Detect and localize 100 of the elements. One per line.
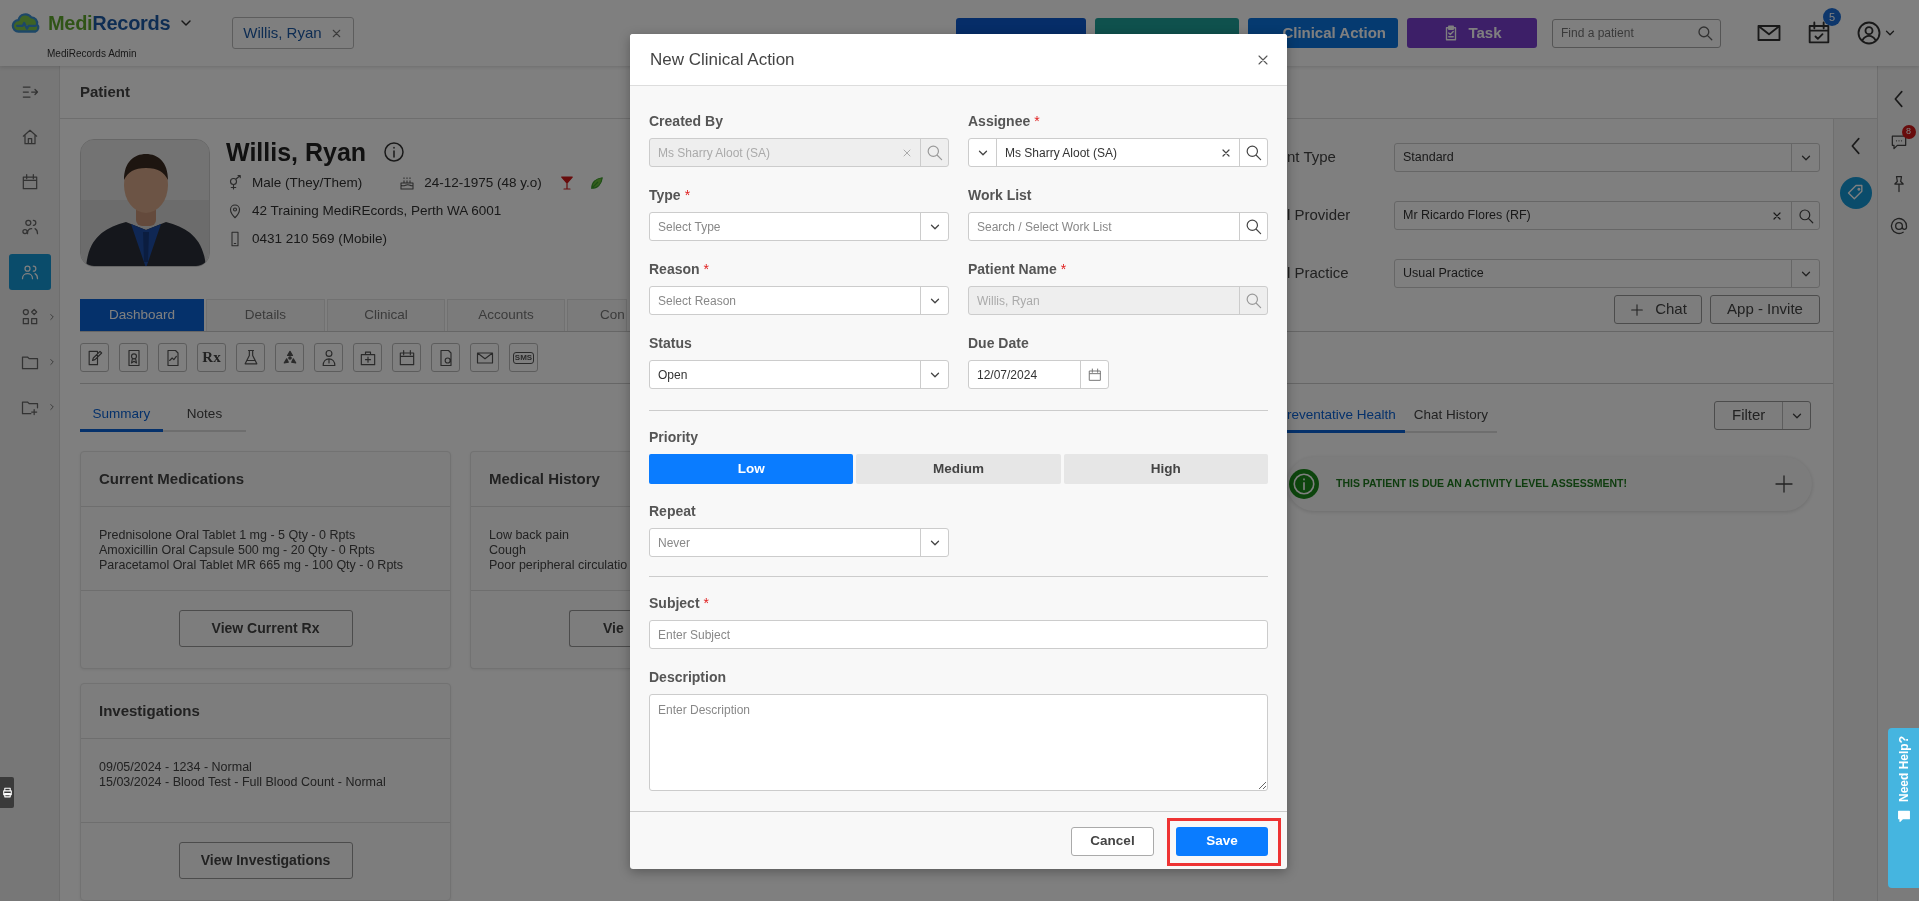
filter-button[interactable]: Filter bbox=[1714, 401, 1811, 430]
chevron-right-icon bbox=[47, 312, 57, 322]
save-button[interactable]: Save bbox=[1176, 827, 1268, 856]
card-title: Investigations bbox=[81, 684, 450, 739]
field-label: Work List bbox=[968, 186, 1032, 204]
chat-button[interactable]: Chat bbox=[1614, 295, 1702, 324]
info-button[interactable] bbox=[382, 140, 407, 164]
tag-button[interactable] bbox=[1839, 177, 1872, 209]
field-input[interactable]: Select Type bbox=[650, 213, 920, 240]
chevron-right-icon bbox=[47, 357, 57, 367]
input-field[interactable]: Enter Subject bbox=[650, 621, 1267, 648]
required-marker: * bbox=[703, 260, 710, 278]
list-item: Poor peripheral circulatio bbox=[489, 558, 628, 573]
cancel-button[interactable]: Cancel bbox=[1071, 827, 1154, 856]
printer-icon bbox=[1, 786, 14, 799]
patient-phone: 0431 210 569 (Mobile) bbox=[252, 229, 388, 248]
home-icon bbox=[20, 127, 40, 147]
view-button[interactable]: View Current Rx bbox=[178, 610, 353, 647]
dropdown-field[interactable]: Select Type bbox=[649, 212, 949, 241]
calendar-button[interactable] bbox=[392, 343, 421, 372]
tab[interactable]: Accounts bbox=[447, 299, 565, 331]
search-icon bbox=[1244, 143, 1263, 162]
certificate-button[interactable] bbox=[119, 343, 148, 372]
apps-icon bbox=[20, 307, 40, 327]
mention-button[interactable] bbox=[1888, 216, 1909, 236]
required-marker: * bbox=[684, 186, 691, 204]
search-field[interactable]: Search / Select Work List bbox=[968, 212, 1268, 241]
view-button[interactable]: Vie bbox=[569, 610, 630, 647]
chart-document-button[interactable] bbox=[158, 343, 187, 372]
sms-button[interactable]: SMS bbox=[509, 343, 538, 372]
search-field[interactable]: Find a patient bbox=[1552, 18, 1721, 48]
view-button[interactable]: View Investigations bbox=[178, 842, 353, 879]
tab[interactable]: Con bbox=[567, 299, 627, 331]
field-input[interactable]: Select Reason bbox=[650, 287, 920, 314]
tab[interactable]: Summary bbox=[80, 400, 163, 432]
info-icon bbox=[382, 140, 407, 164]
task-button[interactable]: Task bbox=[1407, 18, 1537, 48]
dropdown-field[interactable]: Never bbox=[649, 528, 949, 557]
required-marker: * bbox=[1060, 260, 1067, 278]
alert-message: THIS PATIENT IS DUE AN ACTIVITY LEVEL ASSESSMENT! bbox=[1336, 476, 1628, 492]
user-menu-button[interactable] bbox=[1855, 19, 1897, 47]
chat-icon bbox=[1895, 808, 1912, 824]
flask-button[interactable] bbox=[236, 343, 265, 372]
sidebar-item[interactable] bbox=[9, 254, 51, 290]
list-item: Paracetamol Oral Tablet MR 665 mg - 100 Qty - 0 Rpts bbox=[99, 558, 404, 573]
field-input[interactable]: Search / Select Work List bbox=[969, 213, 1239, 240]
mail-button[interactable] bbox=[470, 343, 499, 372]
dropdown-field[interactable]: Standard bbox=[1394, 143, 1820, 172]
dropdown-field[interactable]: Usual Practice bbox=[1394, 259, 1820, 288]
tab[interactable]: Notes bbox=[163, 400, 246, 432]
search-icon bbox=[1696, 24, 1714, 42]
tab[interactable]: Details bbox=[206, 299, 325, 331]
billing-document-button[interactable] bbox=[431, 343, 460, 372]
search-icon bbox=[1244, 217, 1263, 236]
print-tab[interactable] bbox=[0, 777, 14, 808]
tab[interactable]: Dashboard bbox=[80, 299, 204, 331]
tab[interactable]: Clinical bbox=[327, 299, 445, 331]
edit-note-button[interactable] bbox=[80, 343, 109, 372]
date-field[interactable]: 12/07/2024 bbox=[968, 360, 1109, 389]
field-input[interactable]: Never bbox=[650, 529, 920, 556]
field-label: Reason bbox=[649, 260, 700, 278]
calendar-icon bbox=[20, 172, 40, 192]
priority-option[interactable]: High bbox=[1063, 454, 1268, 484]
patient-tab-label: Willis, Ryan bbox=[243, 22, 322, 43]
priority-option[interactable]: Low bbox=[649, 454, 854, 484]
field-label: Description bbox=[649, 668, 726, 686]
dropdown-field[interactable]: Select Reason bbox=[649, 286, 949, 315]
patient-gender: Male (They/Them) bbox=[252, 173, 363, 192]
prescription-button[interactable]: Rx bbox=[197, 343, 226, 372]
patient-name: Willis, Ryan bbox=[226, 139, 367, 165]
invite-button[interactable]: App - Invite bbox=[1710, 295, 1820, 324]
field-input[interactable]: 12/07/2024 bbox=[969, 361, 1080, 388]
info-icon bbox=[1291, 471, 1317, 497]
search-field[interactable]: Ms Sharry Aloot (SA) bbox=[968, 138, 1268, 167]
help-tab[interactable]: Need Help? bbox=[1888, 728, 1919, 888]
brand-subtitle: MediRecords Admin bbox=[47, 46, 138, 61]
field-label: l Provider bbox=[1287, 205, 1352, 226]
plus-icon bbox=[1629, 301, 1646, 318]
search-icon bbox=[925, 143, 944, 162]
chevron-right-icon bbox=[47, 402, 57, 412]
cake-icon bbox=[398, 174, 417, 192]
doctor-button[interactable] bbox=[314, 343, 343, 372]
dropdown-field[interactable]: Open bbox=[649, 360, 949, 389]
radiation-button[interactable] bbox=[275, 343, 304, 372]
search-input[interactable]: Find a patient bbox=[1559, 23, 1696, 43]
tab[interactable]: Chat History bbox=[1404, 401, 1498, 433]
list-item: Cough bbox=[489, 543, 526, 558]
field-input[interactable]: Open bbox=[650, 361, 920, 388]
patient-tab[interactable]: Willis, Ryan bbox=[232, 16, 354, 50]
field-label: Subject bbox=[649, 594, 700, 612]
field-input[interactable]: Ms Sharry Aloot (SA) bbox=[997, 139, 1213, 166]
field-label: Priority bbox=[649, 428, 698, 446]
field-label: Status bbox=[649, 334, 692, 352]
user-avatar-icon bbox=[1855, 19, 1883, 47]
medical-kit-button[interactable] bbox=[353, 343, 382, 372]
search-field[interactable]: Mr Ricardo Flores (RF) bbox=[1394, 201, 1820, 230]
card-title: Current Medications bbox=[81, 452, 450, 507]
text-area[interactable]: Enter Description bbox=[650, 695, 1267, 790]
priority-option[interactable]: Medium bbox=[856, 454, 1061, 484]
search-icon bbox=[1244, 291, 1263, 310]
